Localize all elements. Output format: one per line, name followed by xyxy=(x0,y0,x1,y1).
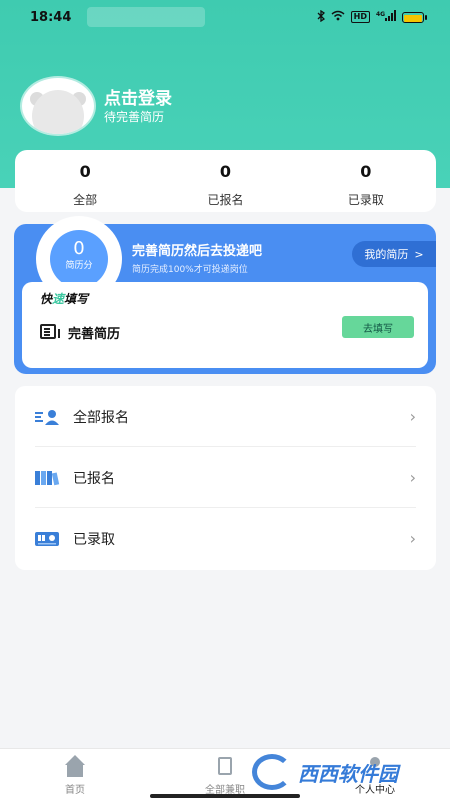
stat-signed-up[interactable]: 0 已报名 xyxy=(155,150,295,212)
status-bar: 18:44 HD 4G xyxy=(0,0,450,34)
profile-subtitle: 待完善简历 xyxy=(104,110,165,124)
menu-card: 全部报名 › 已报名 › 已录取 › xyxy=(15,386,436,570)
fill-in-button[interactable]: 去填写 xyxy=(342,316,414,338)
resume-subtitle: 简历完成100%才可投递岗位 xyxy=(132,265,248,275)
chevron-right-icon: › xyxy=(409,529,416,548)
signed-up-icon xyxy=(35,470,61,486)
chevron-right-icon: › xyxy=(409,407,416,426)
menu-label: 已报名 xyxy=(73,470,115,487)
resume-card: 0 简历分 完善简历然后去投递吧 简历完成100%才可投递岗位 我的简历 > 快… xyxy=(14,216,436,374)
home-indicator[interactable] xyxy=(150,794,300,798)
watermark-icon xyxy=(252,754,292,790)
stat-admitted[interactable]: 0 已录取 xyxy=(296,150,436,212)
avatar[interactable] xyxy=(22,78,94,134)
menu-label: 全部报名 xyxy=(73,409,129,426)
all-signup-icon xyxy=(35,409,61,425)
stat-label: 已报名 xyxy=(207,193,244,207)
hd-icon: HD xyxy=(350,11,370,23)
stat-value: 0 xyxy=(79,162,91,181)
resume-score-value: 0 xyxy=(73,238,85,259)
stat-value: 0 xyxy=(360,162,372,181)
status-icons: HD 4G xyxy=(317,9,427,25)
login-link[interactable]: 点击登录 xyxy=(104,84,172,109)
nav-home[interactable]: 首页 xyxy=(35,755,115,796)
quick-fill-box: 快速填写 完善简历 去填写 xyxy=(22,282,428,368)
quick-fill-title: 快速填写 xyxy=(40,292,89,306)
home-icon xyxy=(62,755,88,779)
battery-icon xyxy=(402,11,427,23)
bluetooth-icon xyxy=(317,9,325,25)
watermark-text: 西西软件园 xyxy=(298,761,398,786)
watermark-logo: 西西软件园 xyxy=(252,752,432,792)
menu-label: 已录取 xyxy=(73,531,115,548)
status-time: 18:44 xyxy=(30,9,72,25)
nav-label: 首页 xyxy=(65,785,85,796)
stat-label: 已录取 xyxy=(347,193,384,207)
svg-text:4G: 4G xyxy=(376,11,385,18)
my-resume-button[interactable]: 我的简历 > xyxy=(352,241,436,267)
jobs-icon xyxy=(212,755,238,779)
stat-value: 0 xyxy=(219,162,232,181)
complete-resume-label: 完善简历 xyxy=(68,327,121,342)
wifi-icon xyxy=(331,10,345,24)
menu-item-signed-up[interactable]: 已报名 › xyxy=(15,447,436,508)
resume-title: 完善简历然后去投递吧 xyxy=(132,244,263,259)
menu-item-all-signup[interactable]: 全部报名 › xyxy=(15,386,436,447)
my-resume-label: 我的简历 xyxy=(364,248,409,261)
stat-label: 全部 xyxy=(73,193,98,207)
resume-score-label: 简历分 xyxy=(65,261,93,271)
status-redacted-area xyxy=(87,7,206,27)
resume-score: 0 简历分 xyxy=(50,230,108,288)
admitted-icon xyxy=(35,531,61,547)
chevron-right-icon: › xyxy=(409,468,416,487)
stats-card: 0 全部 0 已报名 0 已录取 xyxy=(15,150,436,212)
chevron-right-icon: > xyxy=(414,247,424,261)
menu-item-admitted[interactable]: 已录取 › xyxy=(15,508,436,569)
4g-signal-icon: 4G xyxy=(376,9,396,25)
stat-all[interactable]: 0 全部 xyxy=(15,150,155,212)
document-icon xyxy=(40,324,60,339)
